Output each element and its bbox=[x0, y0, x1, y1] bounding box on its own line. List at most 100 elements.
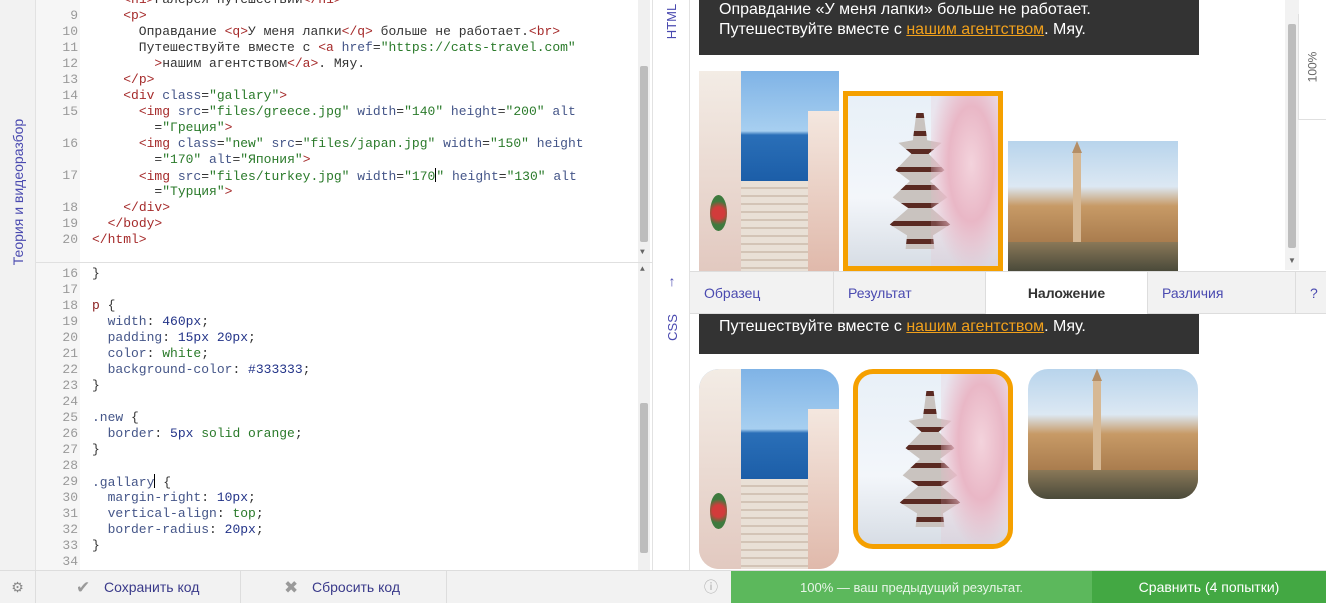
code-token: : bbox=[162, 330, 178, 345]
line-number: 28 bbox=[62, 458, 78, 473]
tab-result[interactable]: Результат bbox=[834, 272, 986, 314]
compare-button[interactable]: Сравнить (4 попытки) bbox=[1092, 571, 1326, 603]
code-token: <h1> bbox=[123, 0, 154, 7]
code-line: color: white; bbox=[92, 346, 209, 362]
code-token: 460px bbox=[162, 314, 202, 329]
line-number: 11 bbox=[62, 40, 78, 55]
tab-html[interactable]: HTML bbox=[653, 4, 691, 39]
html-scroll-thumb[interactable] bbox=[640, 66, 648, 242]
reset-button[interactable]: ✖ Сбросить код bbox=[241, 571, 447, 603]
tab-sample[interactable]: Образец bbox=[690, 272, 834, 314]
code-line: border: 5px solid orange; bbox=[92, 426, 303, 442]
preview-scroll-down-icon[interactable]: ▼ bbox=[1288, 256, 1296, 265]
code-token: = bbox=[92, 120, 163, 135]
tab-help[interactable]: ? bbox=[1296, 272, 1326, 314]
info-icon[interactable]: ⓘ bbox=[700, 571, 722, 603]
code-token: </div> bbox=[123, 200, 171, 215]
code-token: margin-right bbox=[92, 490, 202, 505]
code-line: ="Турция"> bbox=[92, 184, 232, 200]
line-number: 16 bbox=[62, 266, 78, 281]
code-token: "files/turkey.jpg" bbox=[209, 169, 350, 184]
html-scrollbar[interactable]: ▼ bbox=[638, 0, 650, 262]
scroll-down-icon[interactable]: ▼ bbox=[640, 248, 645, 257]
code-token: } bbox=[92, 378, 100, 393]
code-token: { bbox=[123, 410, 139, 425]
line-number: 10 bbox=[62, 24, 78, 39]
code-line: .gallary { bbox=[92, 474, 171, 491]
code-token: > bbox=[302, 152, 311, 167]
code-token: "Япония" bbox=[240, 152, 303, 167]
code-token: width bbox=[435, 136, 483, 151]
code-token: solid orange bbox=[193, 426, 295, 441]
code-token: src bbox=[177, 169, 202, 184]
line-number: 9 bbox=[70, 8, 78, 23]
code-token: class bbox=[162, 88, 202, 103]
code-token: height bbox=[443, 104, 498, 119]
code-token: > bbox=[279, 88, 288, 103]
code-token: src bbox=[263, 136, 295, 151]
tab-overlay[interactable]: Наложение bbox=[986, 272, 1148, 314]
line-number: 22 bbox=[62, 362, 78, 377]
line-number: 31 bbox=[62, 506, 78, 521]
code-token: </h1> bbox=[303, 0, 342, 7]
css-editor[interactable]: 16} 17 18 p {19 width: 460px; 20 padding: 15… bbox=[36, 262, 652, 570]
code-token: ; bbox=[201, 314, 210, 329]
code-token: = bbox=[396, 169, 405, 184]
save-button[interactable]: ✔ Сохранить код bbox=[36, 571, 241, 603]
line-number: 18 bbox=[62, 298, 78, 313]
code-token: нашим агентством bbox=[162, 56, 288, 71]
code-token: width bbox=[92, 314, 147, 329]
code-token: border-radius bbox=[92, 522, 210, 537]
line-number: 14 bbox=[62, 88, 78, 103]
code-token: "200" bbox=[505, 104, 545, 119]
line-number: 17 bbox=[62, 282, 78, 297]
line-number: 26 bbox=[62, 426, 78, 441]
code-line: </body> bbox=[92, 216, 163, 232]
code-token: "150" bbox=[489, 136, 529, 151]
code-line: ="170" alt="Япония"> bbox=[92, 152, 311, 168]
code-line: vertical-align: top; bbox=[92, 506, 264, 522]
code-token: href bbox=[341, 40, 373, 55]
css-scrollbar[interactable]: ▲ bbox=[638, 263, 650, 570]
zoom-level: 100% bbox=[1305, 51, 1320, 82]
tab-differences[interactable]: Различия bbox=[1148, 272, 1296, 314]
code-token: "https://cats-travel.com" bbox=[380, 40, 576, 55]
theory-tab[interactable]: Теория и видеоразбор bbox=[0, 0, 36, 570]
code-token: color bbox=[92, 346, 147, 361]
code-token: background-color bbox=[92, 362, 233, 377]
code-token: = bbox=[216, 136, 225, 151]
code-token: { bbox=[99, 298, 116, 313]
code-token: У меня лапки bbox=[248, 24, 342, 39]
code-token: = bbox=[498, 169, 507, 184]
arrow-up-icon[interactable]: ↑ bbox=[653, 273, 691, 289]
line-number: 15 bbox=[62, 104, 78, 119]
settings-icon[interactable]: ⚙ bbox=[0, 571, 36, 603]
code-token: = bbox=[201, 169, 210, 184]
code-token: "gallary" bbox=[209, 88, 280, 103]
code-token: "new" bbox=[224, 136, 264, 151]
code-token: > bbox=[224, 120, 233, 135]
scroll-up-icon[interactable]: ▲ bbox=[640, 265, 645, 274]
code-token: = bbox=[92, 184, 163, 199]
code-token: = bbox=[497, 104, 506, 119]
agency-link[interactable]: нашим агентством bbox=[906, 21, 1044, 38]
code-token: } bbox=[92, 266, 100, 281]
overlay-agency-link[interactable]: нашим агентством bbox=[906, 318, 1044, 335]
line-number: 24 bbox=[62, 394, 78, 409]
code-token: <q> bbox=[224, 24, 249, 39]
code-token: . Мяу. bbox=[318, 56, 366, 71]
zoom-control[interactable]: 100% bbox=[1298, 14, 1326, 120]
code-token: ; bbox=[255, 506, 264, 521]
preview-scroll-thumb[interactable] bbox=[1288, 24, 1296, 248]
code-token: "170 bbox=[404, 169, 436, 184]
code-token: = bbox=[201, 88, 210, 103]
html-editor[interactable]: <h1>Галерея путешествий</h1> 9 <p> 10 Опра… bbox=[36, 0, 652, 262]
preview-scrollbar[interactable]: ▼ bbox=[1285, 0, 1299, 270]
code-token: Путешествуйте вместе с bbox=[92, 40, 319, 55]
tab-css[interactable]: CSS bbox=[653, 314, 691, 341]
css-scroll-thumb[interactable] bbox=[640, 403, 648, 553]
code-token: src bbox=[177, 104, 202, 119]
code-line: <img src="files/greece.jpg" width="140" … bbox=[92, 104, 576, 120]
